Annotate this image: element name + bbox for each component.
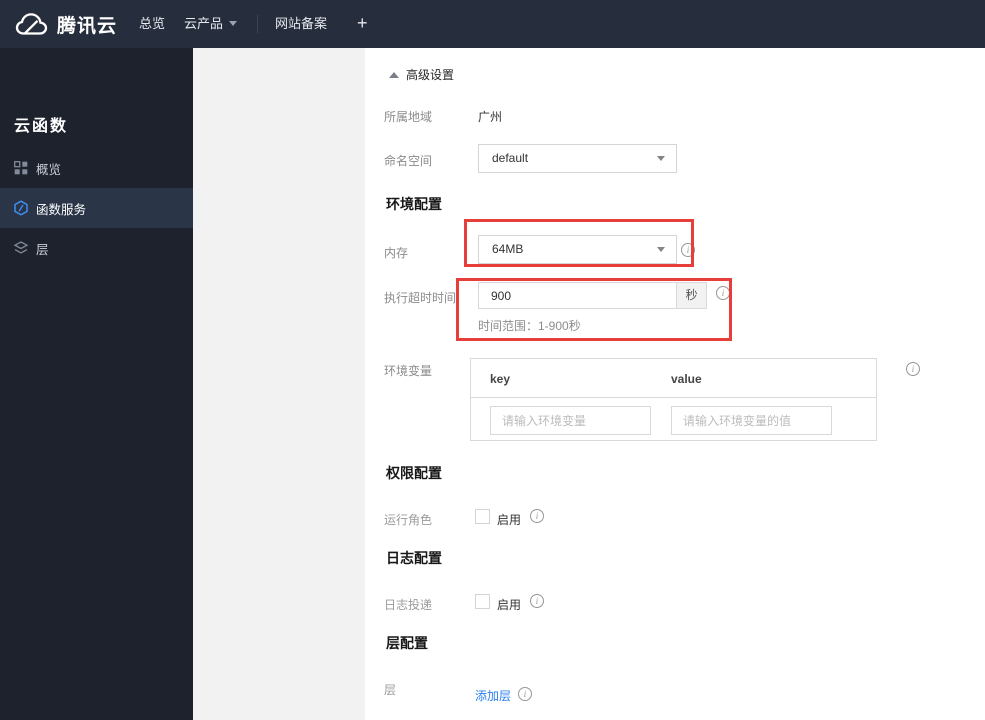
- function-config-form: 高级设置 所属地域 广州 命名空间 default 环境配置 内存 64MB i…: [365, 48, 985, 720]
- log-delivery-label: 日志投递: [384, 598, 433, 612]
- log-delivery-info-icon[interactable]: i: [530, 594, 544, 608]
- log-delivery-checkbox[interactable]: [475, 594, 490, 609]
- sidebar-item-label: 概览: [36, 162, 62, 177]
- memory-select-value: 64MB: [492, 242, 524, 256]
- tencent-cloud-console: 腾讯云 总览 云产品 网站备案 + 云函数 概览 函数服务 层 高级设置 所属地…: [0, 0, 985, 720]
- namespace-label: 命名空间: [384, 154, 433, 168]
- logo-text: 腾讯云: [57, 15, 118, 37]
- layer-label: 层: [384, 683, 397, 697]
- env-vars-table: key value: [470, 358, 877, 441]
- chevron-down-icon: [657, 156, 665, 161]
- env-vars-info-icon[interactable]: i: [906, 362, 920, 376]
- nav-products[interactable]: 云产品: [184, 0, 238, 48]
- nav-add-tab-button[interactable]: +: [357, 0, 368, 48]
- timeout-unit-addon: 秒: [676, 283, 706, 308]
- env-value-input[interactable]: [671, 406, 832, 435]
- sidebar-item-function-service[interactable]: 函数服务: [0, 188, 193, 228]
- add-layer-info-icon[interactable]: i: [518, 687, 532, 701]
- env-value-header: value: [671, 372, 702, 386]
- timeout-range-hint: 时间范围：1-900秒: [478, 319, 581, 333]
- log-delivery-enable-label: 启用: [497, 598, 522, 612]
- nav-overview[interactable]: 总览: [139, 0, 165, 48]
- section-log-config: 日志配置: [386, 550, 442, 566]
- nav-icp-record[interactable]: 网站备案: [275, 0, 327, 48]
- sidebar-item-layers[interactable]: 层: [0, 228, 193, 268]
- tencent-cloud-logo[interactable]: 腾讯云: [14, 0, 117, 48]
- function-icon: [13, 200, 29, 216]
- run-role-info-icon[interactable]: i: [530, 509, 544, 523]
- sidebar: 云函数 概览 函数服务 层: [0, 48, 193, 720]
- env-key-input[interactable]: [490, 406, 651, 435]
- memory-info-icon[interactable]: i: [681, 243, 695, 257]
- section-perm-config: 权限配置: [386, 465, 442, 481]
- memory-label: 内存: [384, 246, 409, 260]
- memory-select[interactable]: 64MB: [478, 235, 677, 264]
- namespace-select-value: default: [492, 151, 529, 165]
- timeout-input-group: 秒: [478, 282, 707, 309]
- timeout-info-icon[interactable]: i: [716, 286, 730, 300]
- layers-icon: [13, 240, 29, 256]
- region-value: 广州: [478, 110, 503, 124]
- section-env-config: 环境配置: [386, 196, 442, 212]
- run-role-enable-label: 启用: [497, 513, 522, 527]
- secondary-panel: [193, 48, 365, 720]
- env-vars-table-header: key value: [471, 359, 876, 398]
- env-key-header: key: [490, 372, 511, 386]
- region-label: 所属地域: [384, 110, 433, 124]
- add-layer-link[interactable]: 添加层: [475, 687, 511, 704]
- tencent-cloud-logo-icon: [14, 11, 50, 38]
- section-layer-config: 层配置: [386, 635, 428, 651]
- sidebar-item-label: 函数服务: [36, 202, 87, 217]
- nav-divider: [257, 15, 258, 33]
- chevron-down-icon: [229, 21, 238, 26]
- timeout-input[interactable]: [479, 283, 677, 308]
- collapse-triangle-icon: [389, 72, 399, 78]
- sidebar-product-title: 云函数: [14, 118, 69, 135]
- advanced-settings-toggle[interactable]: 高级设置: [389, 66, 454, 83]
- namespace-select[interactable]: default: [478, 144, 677, 173]
- run-role-label: 运行角色: [384, 513, 433, 527]
- sidebar-item-label: 层: [36, 242, 49, 257]
- env-vars-label: 环境变量: [384, 364, 433, 378]
- run-role-checkbox[interactable]: [475, 509, 490, 524]
- grid-icon: [13, 160, 29, 176]
- top-navbar: 腾讯云 总览 云产品 网站备案 +: [0, 0, 985, 48]
- advanced-settings-label: 高级设置: [406, 68, 455, 82]
- sidebar-item-overview[interactable]: 概览: [0, 148, 193, 188]
- chevron-down-icon: [657, 247, 665, 252]
- timeout-label: 执行超时时间: [384, 291, 457, 305]
